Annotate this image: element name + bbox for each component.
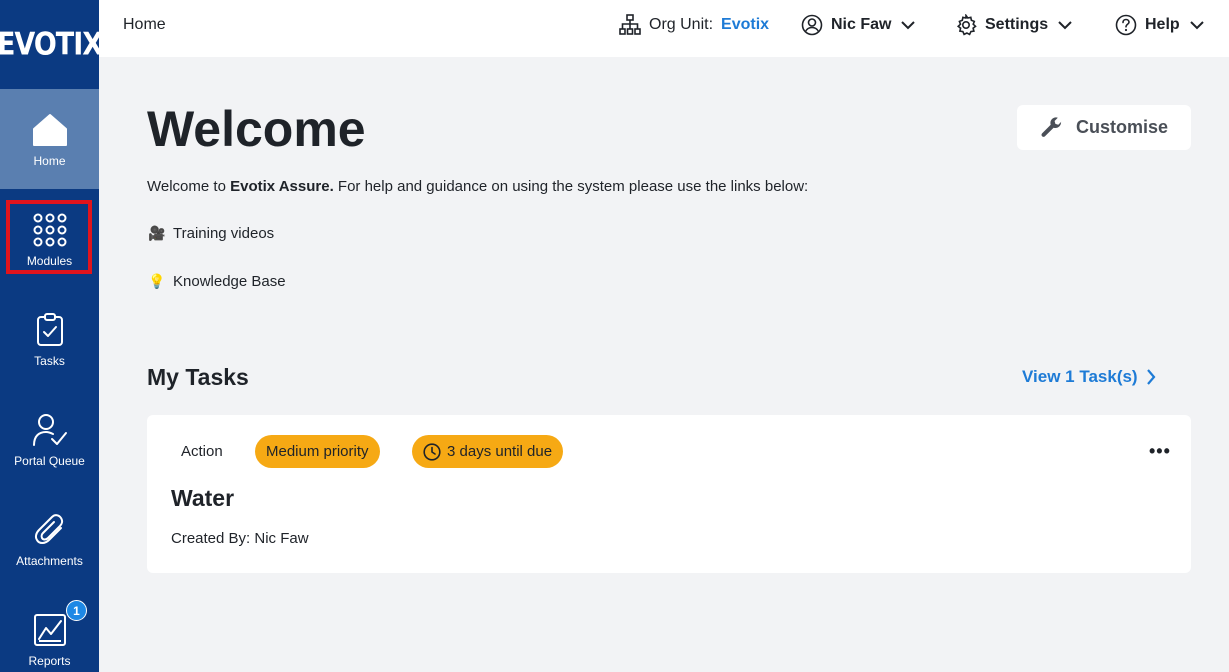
sidebar-item-portal-queue[interactable]: Portal Queue xyxy=(0,389,99,489)
grid-dots-icon xyxy=(30,210,70,250)
task-title[interactable]: Water xyxy=(171,485,234,512)
sidebar-item-label: Modules xyxy=(26,254,73,268)
training-videos-link[interactable]: 🎥 Training videos xyxy=(147,225,274,242)
sidebar-item-label: Home xyxy=(33,154,66,168)
chart-report-icon xyxy=(30,610,70,650)
view-tasks-label: View 1 Task(s) xyxy=(1022,367,1138,386)
lightbulb-icon: 💡 xyxy=(148,273,166,289)
breadcrumb[interactable]: Home xyxy=(123,16,166,34)
my-tasks-heading: My Tasks xyxy=(147,364,249,390)
intro-product-name: Evotix Assure. xyxy=(230,178,334,195)
sidebar-item-label: Portal Queue xyxy=(14,454,85,468)
home-icon xyxy=(30,110,70,150)
due-label: 3 days until due xyxy=(447,443,553,460)
top-bar: Home Org Unit: Evotix Nic Faw Settings H… xyxy=(99,0,1229,57)
intro-prefix: Welcome to xyxy=(147,178,231,195)
user-circle-icon xyxy=(801,14,823,36)
sidebar-item-label: Tasks xyxy=(34,354,65,368)
org-chart-icon xyxy=(619,14,641,35)
sidebar-item-label: Reports xyxy=(28,654,71,668)
task-card[interactable]: Action Medium priority 3 days until due … xyxy=(147,415,1191,573)
customise-button[interactable]: Customise xyxy=(1017,105,1191,150)
sidebar: EVOTIX Home Modules Tasks Portal Queue A… xyxy=(0,0,103,672)
knowledge-base-link[interactable]: 💡 Knowledge Base xyxy=(147,273,286,290)
sidebar-item-label: Attachments xyxy=(16,554,83,568)
view-tasks-link[interactable]: View 1 Task(s) xyxy=(1022,367,1156,387)
help-circle-icon xyxy=(1115,14,1137,36)
gear-icon xyxy=(956,14,977,36)
task-created-by: Created By: Nic Faw xyxy=(171,530,309,547)
task-type: Action xyxy=(181,443,223,460)
priority-badge: Medium priority xyxy=(255,435,380,468)
user-menu[interactable]: Nic Faw xyxy=(801,14,923,36)
reports-badge: 1 xyxy=(66,600,87,621)
intro-text: Welcome to Evotix Assure. For help and g… xyxy=(147,178,808,195)
chevron-down-icon xyxy=(1058,21,1072,30)
sidebar-item-tasks[interactable]: Tasks xyxy=(0,289,99,389)
org-unit-value: Evotix xyxy=(721,16,770,33)
sidebar-item-home[interactable]: Home xyxy=(0,89,99,189)
settings-label: Settings xyxy=(985,16,1049,33)
clock-icon xyxy=(423,442,441,461)
user-check-icon xyxy=(30,410,70,450)
org-unit-label: Org Unit: xyxy=(649,16,714,33)
sidebar-item-modules[interactable]: Modules xyxy=(0,189,99,289)
customise-label: Customise xyxy=(1075,117,1169,137)
paperclip-icon xyxy=(30,510,70,550)
training-videos-label: Training videos xyxy=(173,225,275,242)
help-menu[interactable]: Help xyxy=(1115,14,1212,36)
chevron-down-icon xyxy=(901,21,916,30)
sidebar-item-attachments[interactable]: Attachments xyxy=(0,489,99,589)
wrench-icon xyxy=(1041,116,1062,137)
video-camera-icon: 🎥 xyxy=(148,225,166,241)
chevron-down-icon xyxy=(1189,21,1204,30)
sidebar-item-reports[interactable]: Reports xyxy=(0,589,99,672)
due-badge: 3 days until due xyxy=(412,435,564,468)
knowledge-base-label: Knowledge Base xyxy=(173,273,286,290)
more-options-icon[interactable]: ••• xyxy=(1149,441,1171,462)
settings-menu[interactable]: Settings xyxy=(955,14,1080,36)
page-title: Welcome xyxy=(147,101,366,157)
evotix-logo[interactable]: EVOTIX xyxy=(0,0,103,96)
help-label: Help xyxy=(1145,16,1180,33)
org-unit-selector[interactable]: Org Unit: Evotix xyxy=(619,14,769,36)
chevron-right-icon xyxy=(1146,369,1156,385)
clipboard-check-icon xyxy=(30,310,70,350)
intro-suffix: For help and guidance on using the syste… xyxy=(333,178,809,195)
user-name: Nic Faw xyxy=(831,16,892,33)
